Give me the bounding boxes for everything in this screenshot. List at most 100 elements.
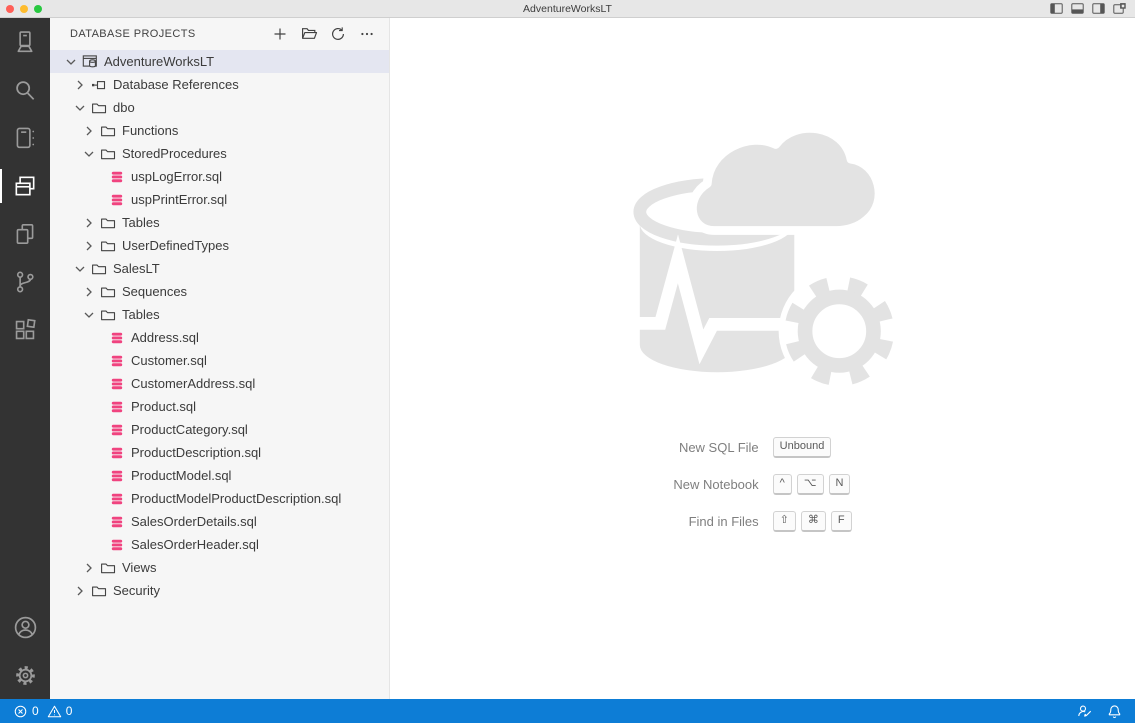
chevron-down-icon[interactable]: [72, 100, 88, 116]
sql-file-icon: [109, 399, 125, 415]
titlebar: AdventureWorksLT: [0, 0, 1135, 18]
tree-item-label: ProductModel.sql: [131, 464, 231, 487]
activitybar-item-extensions[interactable]: [0, 306, 50, 354]
tree-item[interactable]: Sequences: [50, 280, 389, 303]
twisty-spacer: [90, 376, 106, 392]
zoom-button[interactable]: [34, 5, 42, 13]
sidebar-database-projects: DATABASE PROJECTS AdventureWorksLTDataba…: [50, 18, 390, 699]
notifications-status-item[interactable]: [1100, 699, 1129, 723]
tree-item[interactable]: AdventureWorksLT: [50, 50, 389, 73]
tree-item[interactable]: ProductDescription.sql: [50, 441, 389, 464]
keybinding-key: F: [831, 511, 852, 532]
warning-icon: [47, 704, 62, 719]
panel-actions: [270, 24, 377, 44]
chevron-right-icon[interactable]: [72, 583, 88, 599]
project-tree: AdventureWorksLTDatabase ReferencesdboFu…: [50, 49, 389, 699]
tree-item[interactable]: uspLogError.sql: [50, 165, 389, 188]
minimize-button[interactable]: [20, 5, 28, 13]
activitybar-item-source-control[interactable]: [0, 258, 50, 306]
shortcut-keys: Unbound: [773, 437, 852, 458]
sql-file-icon: [109, 422, 125, 438]
warning-count: 0: [66, 699, 73, 723]
chevron-right-icon[interactable]: [81, 123, 97, 139]
activitybar-item-explorer[interactable]: [0, 210, 50, 258]
twisty-spacer: [90, 537, 106, 553]
twisty-spacer: [90, 169, 106, 185]
twisty-spacer: [90, 353, 106, 369]
close-button[interactable]: [6, 5, 14, 13]
tree-item[interactable]: SalesLT: [50, 257, 389, 280]
tree-item[interactable]: Database References: [50, 73, 389, 96]
feedback-status-item[interactable]: [1070, 699, 1100, 723]
chevron-right-icon[interactable]: [81, 284, 97, 300]
tree-item[interactable]: StoredProcedures: [50, 142, 389, 165]
account-icon: [12, 614, 39, 641]
tree-item[interactable]: Customer.sql: [50, 349, 389, 372]
tree-item[interactable]: Product.sql: [50, 395, 389, 418]
layout-sidebar-left-icon[interactable]: [1050, 3, 1063, 14]
activitybar-item-notebooks[interactable]: [0, 114, 50, 162]
tree-item[interactable]: SalesOrderHeader.sql: [50, 533, 389, 556]
tree-item-label: CustomerAddress.sql: [131, 372, 255, 395]
add-icon: [272, 26, 288, 42]
sql-file-icon: [109, 514, 125, 530]
tree-item-label: ProductDescription.sql: [131, 441, 261, 464]
app-window: AdventureWorksLT DATABASE PROJECTS Adven…: [0, 0, 1135, 723]
tree-item[interactable]: ProductCategory.sql: [50, 418, 389, 441]
tree-item-label: SalesLT: [113, 257, 160, 280]
activitybar-item-connections[interactable]: [0, 18, 50, 66]
tree-item[interactable]: dbo: [50, 96, 389, 119]
keybinding-key: Unbound: [773, 437, 832, 458]
keybinding-key: ⌥: [797, 474, 824, 495]
more-actions-button[interactable]: [357, 24, 377, 44]
tree-item[interactable]: SalesOrderDetails.sql: [50, 510, 389, 533]
layout-panel-icon[interactable]: [1071, 3, 1084, 14]
activitybar-item-database-projects[interactable]: [0, 162, 50, 210]
activitybar-item-search[interactable]: [0, 66, 50, 114]
editor-area: New SQL FileUnboundNew Notebook^⌥NFind i…: [390, 18, 1135, 699]
problems-status[interactable]: 0 0: [6, 699, 79, 723]
chevron-right-icon[interactable]: [72, 77, 88, 93]
tree-item[interactable]: uspPrintError.sql: [50, 188, 389, 211]
customize-layout-icon[interactable]: [1113, 3, 1126, 14]
layout-sidebar-right-icon[interactable]: [1092, 3, 1105, 14]
activitybar-item-accounts[interactable]: [0, 603, 50, 651]
tree-item-label: Customer.sql: [131, 349, 207, 372]
tree-item[interactable]: CustomerAddress.sql: [50, 372, 389, 395]
chevron-right-icon[interactable]: [81, 215, 97, 231]
sql-file-icon: [109, 353, 125, 369]
activitybar-item-settings[interactable]: [0, 651, 50, 699]
chevron-right-icon[interactable]: [81, 238, 97, 254]
new-project-button[interactable]: [270, 24, 290, 44]
tree-item-label: Tables: [122, 211, 160, 234]
folder-icon: [91, 583, 107, 599]
chevron-right-icon[interactable]: [81, 560, 97, 576]
open-project-button[interactable]: [299, 24, 319, 44]
status-bar: 0 0: [0, 699, 1135, 723]
tree-item[interactable]: Functions: [50, 119, 389, 142]
panel-header: DATABASE PROJECTS: [50, 18, 389, 49]
tree-item[interactable]: Tables: [50, 211, 389, 234]
tree-item[interactable]: Views: [50, 556, 389, 579]
tree-item[interactable]: Security: [50, 579, 389, 602]
folder-icon: [91, 261, 107, 277]
refresh-button[interactable]: [328, 24, 348, 44]
tree-item-label: SalesOrderDetails.sql: [131, 510, 257, 533]
chevron-down-icon[interactable]: [72, 261, 88, 277]
tree-item[interactable]: ProductModelProductDescription.sql: [50, 487, 389, 510]
status-bar-right: [1070, 699, 1129, 723]
chevron-down-icon[interactable]: [81, 146, 97, 162]
tree-item-label: Sequences: [122, 280, 187, 303]
twisty-spacer: [90, 192, 106, 208]
chevron-down-icon[interactable]: [63, 54, 79, 70]
tree-item[interactable]: Address.sql: [50, 326, 389, 349]
folder-icon: [91, 100, 107, 116]
keybinding-key: N: [829, 474, 851, 495]
sql-file-icon: [109, 491, 125, 507]
chevron-down-icon[interactable]: [81, 307, 97, 323]
notebook-icon: [12, 125, 38, 151]
tree-item[interactable]: Tables: [50, 303, 389, 326]
tree-item[interactable]: UserDefinedTypes: [50, 234, 389, 257]
azure-data-studio-watermark-icon: [631, 112, 895, 397]
tree-item[interactable]: ProductModel.sql: [50, 464, 389, 487]
